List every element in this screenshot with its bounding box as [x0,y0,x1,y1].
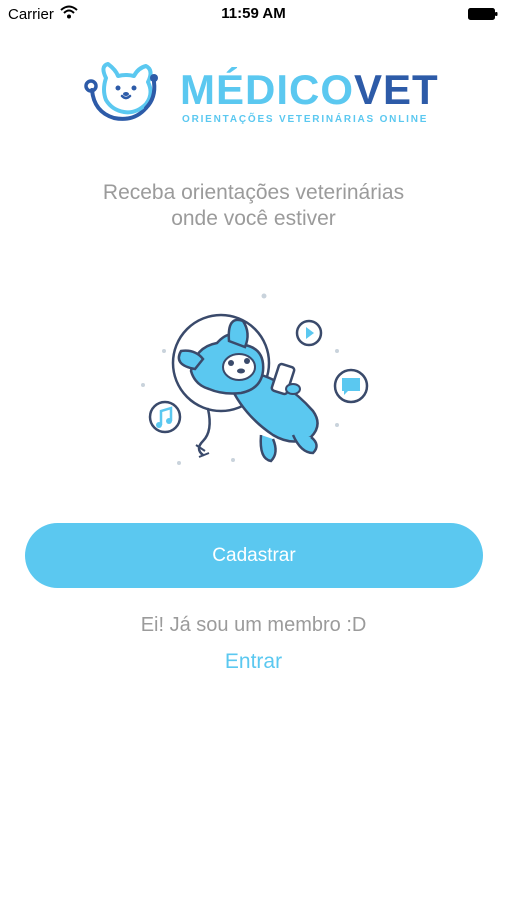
intro-line-1: Receba orientações veterinárias [102,181,405,204]
brand-name-part1: MÉDICO [180,66,354,113]
app-logo: MÉDICOVET ORIENTAÇÕES VETERINÁRIAS ONLIN… [84,58,438,132]
status-time: 11:59 AM [221,5,286,22]
brand-tagline: ORIENTAÇÕES VETERINÁRIAS ONLINE [182,114,429,125]
intro-text: Receba orientações veterinárias onde voc… [0,180,507,232]
status-bar: Carrier 11:59 AM [0,0,507,28]
dog-stethoscope-icon [84,62,158,121]
signup-button[interactable]: Cadastrar [25,523,483,588]
intro-line-2: onde você estiver [171,207,336,230]
astronaut-dog-illustration [141,293,369,465]
brand-name-part2: VET [354,66,439,113]
login-link[interactable]: Entrar [0,650,507,674]
member-prompt: Ei! Já sou um membro :D [140,614,367,636]
battery-icon [468,8,498,20]
brand-name: MÉDICOVET [180,68,439,112]
